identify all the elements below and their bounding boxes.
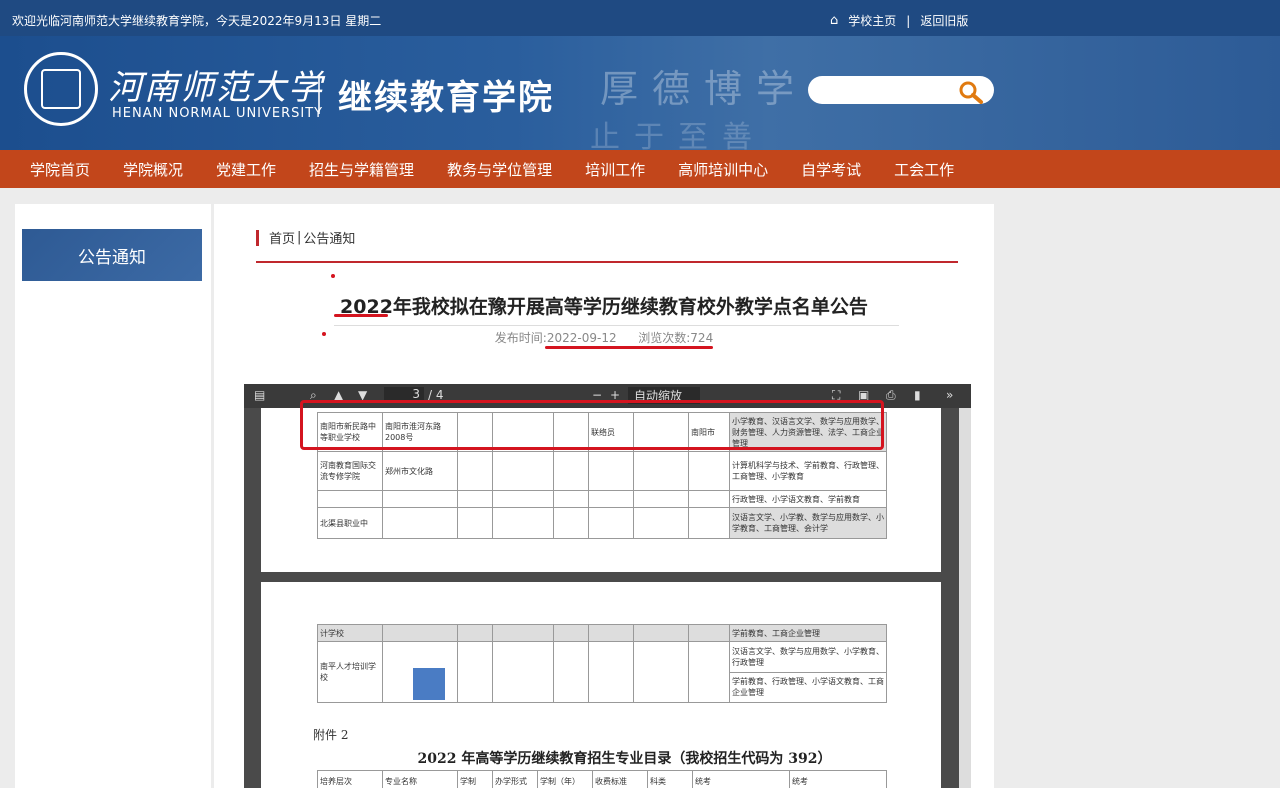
breadcrumb-home[interactable]: 首页	[269, 228, 295, 247]
annotation-box	[300, 400, 884, 450]
sidebar-toggle-icon[interactable]: ▤	[254, 388, 265, 402]
nav-item-home[interactable]: 学院首页	[30, 159, 90, 180]
table-cell: 计学校	[317, 624, 383, 642]
nav-item-union[interactable]: 工会工作	[894, 159, 954, 180]
header-divider	[318, 76, 320, 114]
main-nav: 学院首页 学院概况 党建工作 招生与学籍管理 教务与学位管理 培训工作 高师培训…	[0, 150, 1280, 188]
attachment-label: 附件 2	[313, 728, 349, 742]
university-name-en: HENAN NORMAL UNIVERSITY	[112, 106, 324, 121]
catalog-table-header: 培养层次 专业名称 学制 办学形式 学制（年） 收费标准 科类 统考 统考	[317, 770, 887, 788]
annotation-dot	[322, 332, 326, 336]
table-cell: 学前教育、行政管理、小学语文教育、工商企业管理	[729, 671, 887, 703]
table-cell: 统考	[789, 770, 887, 788]
table-cell: 学制（年）	[537, 770, 593, 788]
university-name-cn: 河南师范大学	[108, 68, 324, 108]
table-cell: 科类	[647, 770, 693, 788]
annotation-underline-date	[545, 346, 713, 349]
table-row: 计学校 学前教育、工商企业管理	[317, 624, 887, 642]
tools-icon[interactable]: »	[946, 388, 953, 402]
sidebar: 公告通知	[15, 204, 211, 788]
school-home-link[interactable]: 学校主页	[848, 12, 896, 29]
annotation-underline-year	[334, 314, 388, 317]
table-cell: 统考	[692, 770, 790, 788]
pdf-scrollbar[interactable]	[959, 408, 971, 788]
old-version-link[interactable]: 返回旧版	[920, 12, 968, 29]
table-row: 北渠县职业中 汉语言文学、小学教、数学与应用数学、小学教育、工商管理、会计学	[317, 507, 887, 539]
table-cell: 学前教育、工商企业管理	[729, 624, 887, 642]
annotation-dot	[331, 274, 335, 278]
catalog-title: 2022 年高等学历继续教育招生专业目录（我校招生代码为 392）	[417, 751, 832, 767]
breadcrumb-divider	[256, 261, 958, 263]
nav-item-self-exam[interactable]: 自学考试	[801, 159, 861, 180]
top-links: ⌂ 学校主页 | 返回旧版	[830, 12, 968, 29]
table-cell: 汉语言文学、小学教、数学与应用数学、小学教育、工商管理、会计学	[729, 507, 887, 539]
views-label: 浏览次数:	[638, 331, 691, 345]
table-row: 培养层次 专业名称 学制 办学形式 学制（年） 收费标准 科类 统考 统考	[317, 770, 887, 788]
pdf-page-4: 计学校 学前教育、工商企业管理 南平人才培训学校 汉语言文学、数学与应用数学、小学教…	[261, 582, 941, 788]
sidebar-title[interactable]: 公告通知	[22, 229, 202, 281]
school-table-continued: 计学校 学前教育、工商企业管理 南平人才培训学校 汉语言文学、数学与应用数学、小学教…	[317, 624, 887, 703]
university-emblem-icon[interactable]	[24, 52, 98, 126]
table-row: 河南教育国际交流专修学院 郑州市文化路 计算机科学与技术、学前教育、行政管理、工商管…	[317, 451, 887, 491]
breadcrumb: 首页 | 公告通知	[256, 228, 355, 247]
link-separator: |	[906, 13, 911, 28]
motto-line-1: 厚德博学	[600, 67, 809, 111]
table-cell: 办学形式	[492, 770, 538, 788]
motto-line-2: 止于至善	[590, 120, 766, 150]
nav-item-training[interactable]: 培训工作	[585, 159, 645, 180]
views-count: 724	[690, 331, 714, 345]
table-row: 行政管理、小学语文教育、学前教育	[317, 490, 887, 508]
table-cell: 计算机科学与技术、学前教育、行政管理、工商管理、小学教育	[729, 451, 887, 491]
publish-date: 2022-09-12	[546, 331, 617, 345]
table-cell: 学制	[457, 770, 493, 788]
nav-item-party[interactable]: 党建工作	[216, 159, 276, 180]
table-cell: 收费标准	[592, 770, 648, 788]
article-meta: 发布时间:2022-09-12 浏览次数:724	[214, 329, 994, 346]
nav-item-teacher-training[interactable]: 高师培训中心	[678, 159, 768, 180]
site-header: 河南师范大学 HENAN NORMAL UNIVERSITY 继续教育学院 厚德…	[0, 36, 1280, 150]
print-icon[interactable]: ⎙	[886, 388, 896, 403]
table-cell: 郑州市文化路	[382, 451, 458, 491]
search-input[interactable]	[820, 80, 964, 102]
nav-item-admission[interactable]: 招生与学籍管理	[309, 159, 414, 180]
table-cell: 河南教育国际交流专修学院	[317, 451, 383, 491]
nav-item-overview[interactable]: 学院概况	[123, 159, 183, 180]
table-cell: 行政管理、小学语文教育、学前教育	[729, 490, 887, 508]
table-cell: 南平人才培训学校	[317, 641, 383, 703]
home-icon[interactable]: ⌂	[830, 13, 838, 28]
blue-image-block	[413, 668, 445, 700]
table-cell: 汉语言文学、数学与应用数学、小学教育、行政管理	[729, 641, 887, 673]
main-content: 首页 | 公告通知 2022年我校拟在豫开展高等学历继续教育校外教学点名单公告 …	[214, 204, 994, 788]
breadcrumb-current[interactable]: 公告通知	[303, 228, 355, 247]
college-name: 继续教育学院	[338, 78, 554, 118]
table-cell: 专业名称	[382, 770, 458, 788]
welcome-text: 欢迎光临河南师范大学继续教育学院，今天是2022年9月13日 星期二	[12, 14, 382, 28]
bookmark-icon[interactable]: ▮	[914, 388, 921, 402]
table-cell: 北渠县职业中	[317, 507, 383, 539]
article-title: 2022年我校拟在豫开展高等学历继续教育校外教学点名单公告	[340, 296, 868, 318]
breadcrumb-marker	[256, 229, 259, 246]
top-bar: 欢迎光临河南师范大学继续教育学院，今天是2022年9月13日 星期二 ⌂ 学校主…	[0, 0, 1280, 36]
search-icon[interactable]	[958, 80, 984, 104]
breadcrumb-separator: |	[297, 230, 302, 245]
title-underline	[334, 325, 899, 326]
nav-item-academic[interactable]: 教务与学位管理	[447, 159, 552, 180]
publish-label: 发布时间:	[494, 331, 547, 345]
table-cell: 培养层次	[317, 770, 383, 788]
table-row: 南平人才培训学校 汉语言文学、数学与应用数学、小学教育、行政管理	[317, 641, 887, 703]
